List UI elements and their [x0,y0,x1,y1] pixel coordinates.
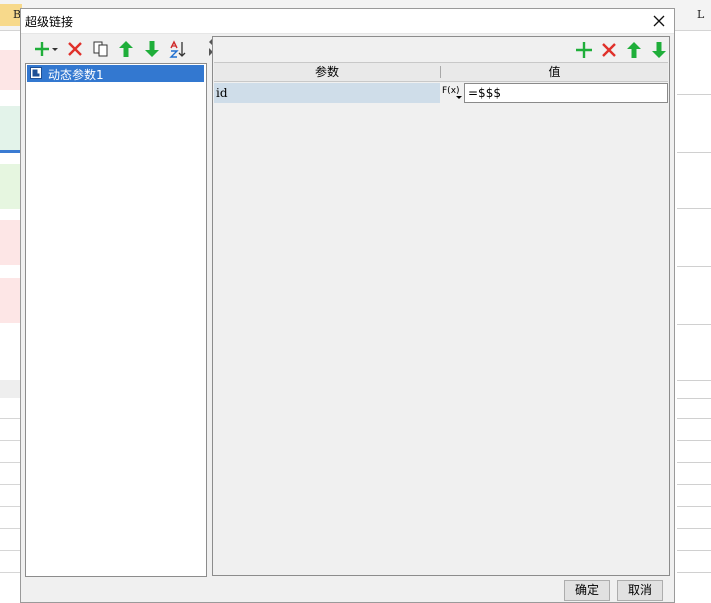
link-tree: 动态参数1 [25,63,207,577]
delete-link-button[interactable] [65,39,85,59]
hyperlink-dialog: 超级链接 动态参数1 参数 值 id F(x) =$$$ 确定 取消 [20,8,675,603]
grid-header: 参数 值 [214,62,668,82]
dialog-title: 超级链接 [25,15,74,29]
column-header-l: L [697,8,705,21]
move-down-link-button[interactable] [142,39,162,59]
table-row[interactable]: id F(x) [214,83,668,103]
colored-cell [0,220,22,265]
left-toolbar [25,36,207,62]
formula-label: F(x) [442,86,460,96]
right-toolbar [213,37,669,61]
row-line [0,572,22,573]
parameter-grid: 参数 值 id F(x) [214,62,668,574]
row-line [0,418,22,419]
delete-icon [602,43,616,57]
move-up-icon [119,41,133,57]
delete-parameter-button[interactable] [599,40,619,60]
title-bar: 超级链接 [21,9,674,34]
column-header-param[interactable]: 参数 [214,63,440,81]
move-up-icon [627,42,641,58]
move-down-icon [652,42,666,58]
move-up-parameter-button[interactable] [624,40,644,60]
move-up-link-button[interactable] [116,39,136,59]
sort-icon [169,40,186,58]
row-line [0,528,22,529]
add-parameter-button[interactable] [574,40,594,60]
column-header-value[interactable]: 值 [441,63,668,81]
row-line [0,484,22,485]
row-line [0,550,22,551]
delete-icon [68,42,82,56]
add-link-button[interactable] [33,39,59,59]
formula-button[interactable]: F(x) [442,84,464,102]
tree-item-dynamic-param[interactable]: 动态参数1 [27,65,204,82]
add-dropdown-icon [35,42,58,56]
colored-cell [0,106,22,151]
close-icon [653,15,665,27]
link-list-pane: 动态参数1 [25,36,207,577]
move-down-parameter-button[interactable] [649,40,669,60]
add-icon [576,42,592,58]
row-line [0,506,22,507]
colored-cell [0,278,22,323]
copy-link-button[interactable] [91,39,111,59]
selection-border [0,150,22,153]
hyperlink-item-icon [30,67,42,79]
colored-cell [0,50,22,90]
chevron-down-icon [456,96,462,99]
copy-icon [93,41,108,57]
ok-button[interactable]: 确定 [564,580,610,601]
param-value-input[interactable] [464,83,668,103]
colored-cell [0,164,22,209]
param-name-cell[interactable]: id [214,83,440,103]
close-button[interactable] [650,12,668,30]
colored-cell [0,380,22,398]
cancel-button[interactable]: 取消 [617,580,663,601]
row-line [0,462,22,463]
parameter-pane: 参数 值 id F(x) [212,36,670,576]
sort-link-button[interactable] [168,39,188,59]
tree-item-label: 动态参数1 [48,68,104,82]
move-down-icon [145,41,159,57]
row-line [0,440,22,441]
